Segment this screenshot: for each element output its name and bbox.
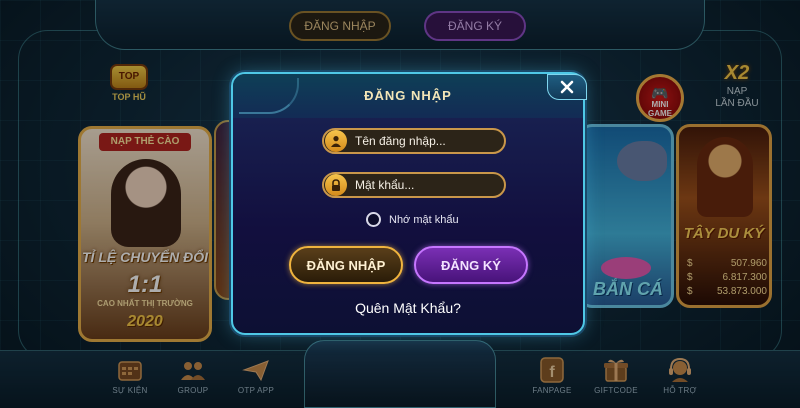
password-field[interactable] (322, 172, 506, 198)
forgot-password-link[interactable]: Quên Mật Khẩu? (233, 300, 583, 316)
login-button[interactable]: ĐĂNG NHẬP (289, 246, 403, 284)
register-button[interactable]: ĐĂNG KÝ (414, 246, 528, 284)
remember-label: Nhớ mật khẩu (389, 213, 459, 226)
lock-icon (325, 174, 347, 196)
remember-password-option[interactable]: Nhớ mật khẩu (366, 212, 459, 227)
dialog-title: ĐĂNG NHẬP (364, 88, 452, 103)
login-dialog: ĐĂNG NHẬP Nhớ mật khẩu ĐĂNG NHẬP ĐĂNG KÝ… (231, 72, 587, 335)
close-icon (560, 80, 574, 94)
username-input[interactable] (355, 134, 495, 148)
user-icon (325, 130, 347, 152)
username-field[interactable] (322, 128, 506, 154)
remember-radio[interactable] (366, 212, 381, 227)
password-input[interactable] (355, 178, 495, 192)
close-button[interactable] (547, 74, 587, 100)
